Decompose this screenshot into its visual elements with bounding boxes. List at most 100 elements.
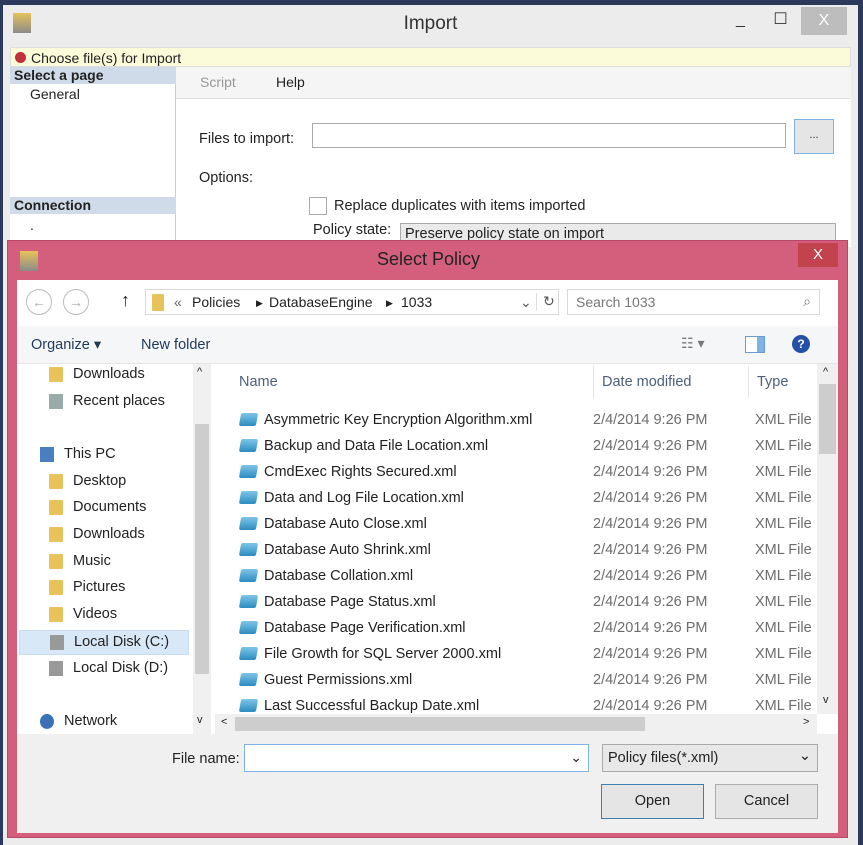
nav-network[interactable]: Network bbox=[30, 710, 180, 732]
folder-icon bbox=[49, 554, 63, 569]
organize-button[interactable]: Organize ▾ bbox=[31, 337, 101, 353]
folder-icon bbox=[49, 367, 63, 382]
file-name-label: File name: bbox=[172, 751, 240, 767]
list-scrollbar[interactable]: ^ v bbox=[817, 364, 838, 714]
file-type: XML File bbox=[755, 672, 812, 688]
chevron-down-icon[interactable]: ⌄ bbox=[520, 294, 532, 311]
file-name: Database Page Status.xml bbox=[264, 594, 436, 610]
breadcrumb-databaseengine[interactable]: DatabaseEngine bbox=[269, 294, 373, 310]
preview-pane-icon[interactable] bbox=[745, 336, 765, 353]
nav-local-disk-d[interactable]: Local Disk (D:) bbox=[39, 657, 189, 679]
files-label: Files to import: bbox=[199, 131, 295, 147]
back-button[interactable]: ← bbox=[26, 289, 52, 315]
file-type: XML File bbox=[755, 516, 812, 532]
nav-downloads-pc[interactable]: Downloads bbox=[39, 523, 189, 545]
xml-file-icon bbox=[238, 699, 259, 712]
file-row[interactable]: File Growth for SQL Server 2000.xml 2/4/2… bbox=[235, 643, 815, 665]
file-row[interactable]: Database Auto Close.xml 2/4/2014 9:26 PM X… bbox=[235, 513, 815, 535]
nav-label: Network bbox=[64, 713, 118, 729]
view-options-icon[interactable]: ☷ ▾ bbox=[681, 335, 704, 352]
page-general[interactable]: General bbox=[10, 84, 175, 104]
minimize-button[interactable]: _ bbox=[718, 9, 763, 33]
scroll-up-icon[interactable]: ^ bbox=[197, 366, 202, 378]
replace-checkbox[interactable] bbox=[309, 197, 327, 215]
scroll-right-icon[interactable]: > bbox=[803, 716, 809, 728]
scroll-left-icon[interactable]: < bbox=[221, 716, 227, 728]
nav-this-pc[interactable]: This PC bbox=[30, 443, 180, 465]
file-name: Backup and Data File Location.xml bbox=[264, 438, 489, 454]
breadcrumb-overflow[interactable]: « bbox=[174, 294, 182, 310]
file-row[interactable]: Database Page Verification.xml 2/4/2014 9… bbox=[235, 617, 815, 639]
file-row[interactable]: Backup and Data File Location.xml 2/4/201… bbox=[235, 435, 815, 457]
file-row[interactable]: Database Auto Shrink.xml 2/4/2014 9:26 PM… bbox=[235, 539, 815, 561]
drive-icon bbox=[49, 661, 63, 676]
nav-label: Music bbox=[73, 553, 111, 569]
close-button[interactable]: X bbox=[798, 243, 838, 267]
file-type: XML File bbox=[755, 542, 812, 558]
nav-pictures[interactable]: Pictures bbox=[39, 576, 189, 598]
file-date: 2/4/2014 9:26 PM bbox=[593, 594, 708, 610]
nav-scrollbar-thumb[interactable] bbox=[195, 424, 209, 674]
file-row[interactable]: Database Collation.xml 2/4/2014 9:26 PM XM… bbox=[235, 565, 815, 587]
nav-recent-places[interactable]: Recent places bbox=[39, 390, 189, 412]
files-input[interactable] bbox=[312, 123, 786, 148]
up-button[interactable]: ↑ bbox=[121, 290, 130, 311]
column-date-modified[interactable]: Date modified bbox=[593, 366, 691, 398]
file-name-input[interactable]: ⌄ bbox=[244, 744, 589, 772]
help-button[interactable]: Help bbox=[276, 74, 305, 90]
refresh-icon[interactable]: ↻ bbox=[536, 293, 555, 310]
select-page-header: Select a page bbox=[10, 67, 176, 84]
address-bar[interactable]: « Policies ▶ DatabaseEngine ▶ 1033 ⌄ ↻ bbox=[145, 289, 559, 315]
file-row[interactable]: Database Page Status.xml 2/4/2014 9:26 PM… bbox=[235, 591, 815, 613]
horizontal-scrollbar[interactable]: < > bbox=[215, 714, 817, 734]
network-icon bbox=[40, 714, 54, 729]
file-date: 2/4/2014 9:26 PM bbox=[593, 438, 708, 454]
nav-music[interactable]: Music bbox=[39, 550, 189, 572]
nav-label: This PC bbox=[64, 446, 116, 462]
breadcrumb-separator-icon: ▶ bbox=[256, 298, 263, 308]
column-name[interactable]: Name bbox=[239, 374, 278, 390]
nav-scrollbar[interactable]: ^ v bbox=[193, 364, 211, 734]
scroll-down-icon[interactable]: v bbox=[197, 714, 203, 726]
column-type[interactable]: Type bbox=[748, 366, 788, 398]
file-name: Asymmetric Key Encryption Algorithm.xml bbox=[264, 412, 533, 428]
close-button[interactable]: X bbox=[801, 7, 847, 35]
file-type-select[interactable]: Policy files(*.xml) ⌄ bbox=[602, 744, 818, 772]
computer-icon bbox=[40, 447, 54, 462]
nav-desktop[interactable]: Desktop bbox=[39, 470, 189, 492]
file-row[interactable]: Asymmetric Key Encryption Algorithm.xml 2… bbox=[235, 409, 815, 431]
horizontal-scrollbar-thumb[interactable] bbox=[235, 717, 645, 731]
open-button[interactable]: Open bbox=[601, 784, 704, 819]
nav-documents[interactable]: Documents bbox=[39, 496, 189, 518]
cancel-button[interactable]: Cancel bbox=[715, 784, 818, 819]
file-row[interactable]: Data and Log File Location.xml 2/4/2014 9… bbox=[235, 487, 815, 509]
file-date: 2/4/2014 9:26 PM bbox=[593, 490, 708, 506]
new-folder-button[interactable]: New folder bbox=[141, 337, 210, 353]
policy-state-label: Policy state: bbox=[313, 222, 392, 238]
nav-local-disk-c[interactable]: Local Disk (C:) bbox=[19, 630, 189, 655]
scroll-down-icon[interactable]: v bbox=[823, 694, 829, 706]
xml-file-icon bbox=[238, 673, 259, 686]
list-scrollbar-thumb[interactable] bbox=[819, 384, 836, 454]
forward-button[interactable]: → bbox=[63, 289, 89, 315]
help-icon[interactable]: ? bbox=[792, 335, 810, 353]
browse-button[interactable]: ... bbox=[794, 119, 834, 154]
dialog-footer: File name: ⌄ Policy files(*.xml) ⌄ Open C… bbox=[17, 734, 838, 833]
script-button[interactable]: Script bbox=[200, 74, 236, 90]
scroll-up-icon[interactable]: ^ bbox=[823, 366, 828, 378]
file-row[interactable]: Guest Permissions.xml 2/4/2014 9:26 PM XML… bbox=[235, 669, 815, 691]
xml-file-icon bbox=[238, 413, 259, 426]
breadcrumb-1033[interactable]: 1033 bbox=[401, 294, 432, 310]
file-type: XML File bbox=[755, 594, 812, 610]
search-input[interactable]: Search 1033 ⌕ bbox=[567, 289, 820, 315]
file-name: Database Auto Close.xml bbox=[264, 516, 427, 532]
file-row[interactable]: CmdExec Rights Secured.xml 2/4/2014 9:26 … bbox=[235, 461, 815, 483]
nav-videos[interactable]: Videos bbox=[39, 603, 189, 625]
nav-downloads[interactable]: Downloads bbox=[39, 363, 189, 385]
select-policy-dialog: Select Policy X ← → ↑ « Policies ▶ Datab… bbox=[7, 240, 848, 838]
chevron-down-icon[interactable]: ⌄ bbox=[570, 749, 582, 766]
xml-file-icon bbox=[238, 647, 259, 660]
breadcrumb-policies[interactable]: Policies bbox=[192, 294, 240, 310]
xml-file-icon bbox=[238, 569, 259, 582]
maximize-button[interactable]: ☐ bbox=[758, 9, 803, 33]
